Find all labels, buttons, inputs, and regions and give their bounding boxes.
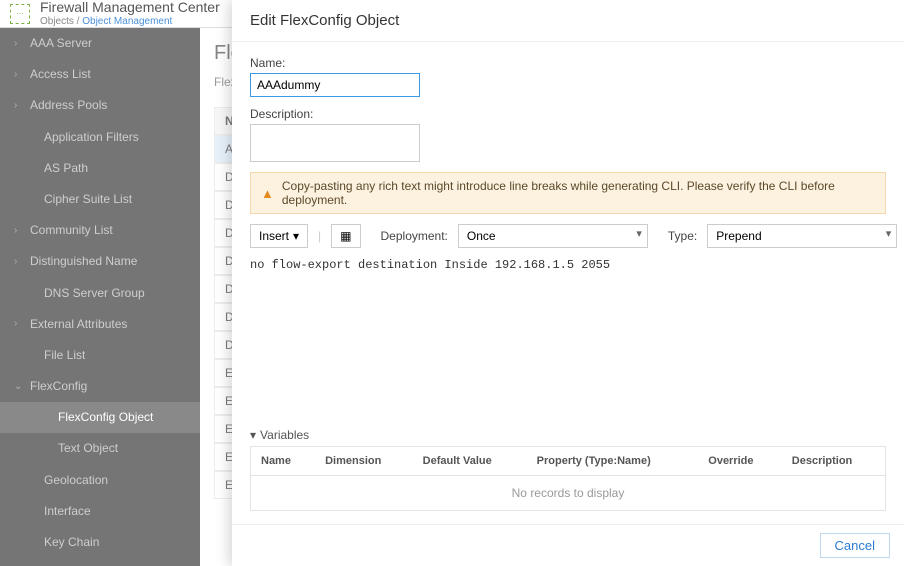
sidebar-item-label: Geolocation: [44, 471, 108, 490]
app-logo-icon: ···: [10, 4, 30, 24]
chevron-right-icon: ›: [14, 223, 22, 239]
variables-empty: No records to display: [251, 476, 886, 511]
sidebar-item-label: Distinguished Name: [30, 252, 137, 271]
warning-icon: ▲: [261, 186, 274, 201]
sidebar-item[interactable]: Geolocation: [0, 465, 200, 496]
sidebar-item-label: AS Path: [44, 159, 88, 178]
description-input[interactable]: [250, 124, 420, 162]
chevron-right-icon: ›: [14, 98, 22, 114]
sidebar-item[interactable]: Application Filters: [0, 122, 200, 153]
sidebar-item[interactable]: ⌄ FlexConfig: [0, 371, 200, 402]
sidebar-item-label: File List: [44, 346, 85, 365]
edit-flexconfig-modal: Edit FlexConfig Object Name: Description…: [232, 0, 904, 566]
editor-toolbar: Insert ▾ | ▦ Deployment: Once Type: Prep…: [250, 220, 886, 254]
sidebar-item[interactable]: Interface: [0, 496, 200, 527]
sidebar-item[interactable]: AS Path: [0, 153, 200, 184]
sidebar-item[interactable]: Text Object: [0, 433, 200, 464]
variables-col-header: Default Value: [413, 447, 527, 476]
app-title: Firewall Management Center: [40, 0, 220, 15]
sidebar-item-label: AAA Server: [30, 34, 92, 53]
insert-button[interactable]: Insert ▾: [250, 224, 308, 248]
variables-table: NameDimensionDefault ValueProperty (Type…: [250, 446, 886, 511]
chevron-right-icon: ›: [14, 316, 22, 332]
chevron-down-icon: ▾: [293, 229, 299, 243]
deployment-label: Deployment:: [381, 229, 448, 243]
sidebar-item[interactable]: FlexConfig Object: [0, 402, 200, 433]
sidebar-item-label: Community List: [30, 221, 113, 240]
sidebar-item-label: DNS Server Group: [44, 284, 145, 303]
sidebar-item[interactable]: File List: [0, 340, 200, 371]
chevron-right-icon: ›: [14, 36, 22, 52]
cli-editor[interactable]: no flow-export destination Inside 192.16…: [250, 254, 886, 424]
description-label: Description:: [250, 107, 886, 121]
chevron-right-icon: ›: [14, 254, 22, 270]
type-label: Type:: [668, 229, 697, 243]
sidebar-item-label: FlexConfig: [30, 377, 87, 396]
sidebar-item-label: Text Object: [58, 439, 118, 458]
name-label: Name:: [250, 56, 886, 70]
sidebar-item[interactable]: Cipher Suite List: [0, 184, 200, 215]
sidebar: › AAA Server › Access List › Address Pools App…: [0, 28, 200, 566]
sidebar-item-label: Interface: [44, 502, 91, 521]
sidebar-item-label: Access List: [30, 65, 91, 84]
variables-col-header: Name: [251, 447, 316, 476]
deployment-select[interactable]: Once: [458, 224, 648, 248]
variables-col-header: Property (Type:Name): [527, 447, 699, 476]
sidebar-item-label: Cipher Suite List: [44, 190, 132, 209]
chevron-down-icon: ▾: [250, 428, 256, 442]
table-icon-button[interactable]: ▦: [331, 224, 360, 248]
sidebar-item-label: Key Chain: [44, 533, 99, 552]
sidebar-item-label: Address Pools: [30, 96, 107, 115]
variables-col-header: Override: [698, 447, 782, 476]
cancel-button[interactable]: Cancel: [820, 533, 890, 558]
variables-col-header: Description: [782, 447, 886, 476]
sidebar-item[interactable]: › AAA Server: [0, 28, 200, 59]
sidebar-item-label: Application Filters: [44, 128, 139, 147]
sidebar-item[interactable]: › Access List: [0, 59, 200, 90]
breadcrumb: Objects / Object Management: [40, 16, 220, 27]
sidebar-item[interactable]: › Community List: [0, 215, 200, 246]
warning-text: Copy-pasting any rich text might introdu…: [282, 179, 875, 207]
sidebar-item[interactable]: Network: [0, 558, 200, 566]
breadcrumb-parent[interactable]: Objects: [40, 16, 74, 27]
sidebar-item[interactable]: › Distinguished Name: [0, 246, 200, 277]
sidebar-item-label: FlexConfig Object: [58, 408, 153, 427]
sidebar-item[interactable]: › External Attributes: [0, 309, 200, 340]
sidebar-item-label: External Attributes: [30, 315, 127, 334]
chevron-right-icon: ›: [14, 67, 22, 83]
variables-toggle[interactable]: ▾ Variables: [250, 424, 886, 446]
sidebar-item[interactable]: Key Chain: [0, 527, 200, 558]
name-input[interactable]: [250, 73, 420, 97]
chevron-down-icon: ⌄: [14, 379, 22, 395]
sidebar-item[interactable]: › Address Pools: [0, 90, 200, 121]
warning-banner: ▲ Copy-pasting any rich text might intro…: [250, 172, 886, 214]
type-select[interactable]: Prepend: [707, 224, 897, 248]
modal-title: Edit FlexConfig Object: [232, 0, 904, 42]
breadcrumb-current[interactable]: Object Management: [82, 16, 172, 27]
sidebar-item[interactable]: DNS Server Group: [0, 278, 200, 309]
variables-col-header: Dimension: [315, 447, 413, 476]
